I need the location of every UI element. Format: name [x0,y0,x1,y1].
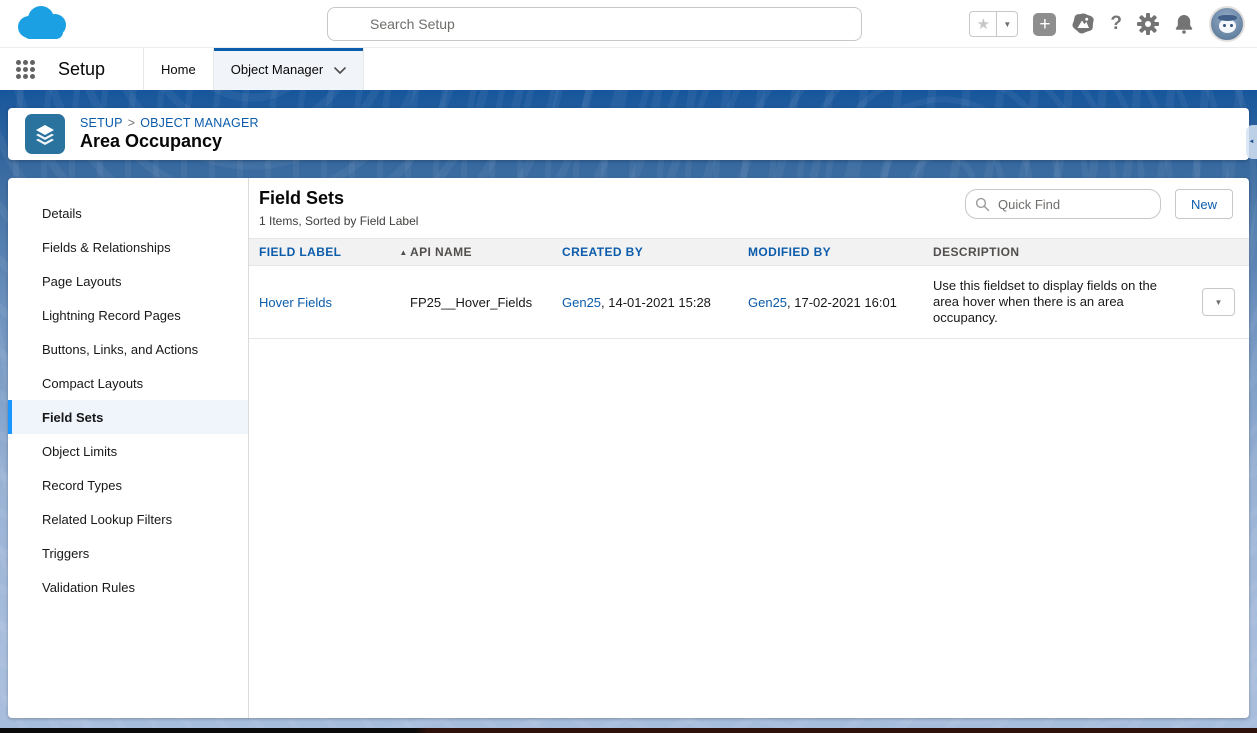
plus-glyph: + [1039,15,1050,34]
sidebar-item-record-types[interactable]: Record Types [8,468,248,502]
tab-home-label: Home [161,62,196,77]
favorites-dropdown-icon[interactable]: ▼ [997,11,1018,37]
column-label: FIELD LABEL [259,245,341,259]
column-header-api-name: API NAME [410,245,562,259]
breadcrumb-object-manager-link[interactable]: OBJECT MANAGER [140,116,259,130]
notifications-bell-icon[interactable] [1174,13,1194,35]
chevron-down-icon [334,62,346,77]
row-actions-dropdown-button[interactable]: ▼ [1202,288,1235,316]
list-title-block: Field Sets 1 Items, Sorted by Field Labe… [259,188,418,228]
column-header-field-label[interactable]: FIELD LABEL ▲ [259,245,410,259]
sidebar-item-related-lookup-filters[interactable]: Related Lookup Filters [8,502,248,536]
help-icon[interactable]: ? [1110,13,1122,35]
cell-row-actions: ▼ [1185,288,1249,316]
column-header-description: DESCRIPTION [933,245,1185,259]
list-title: Field Sets [259,188,418,209]
quick-create-plus-icon[interactable]: + [1033,13,1056,36]
favorites-group: ★ ▼ [969,11,1018,37]
sidebar-item-buttons-links-actions[interactable]: Buttons, Links, and Actions [8,332,248,366]
page-title: Area Occupancy [80,131,259,152]
sidebar-item-label: Page Layouts [42,274,122,289]
cell-modified-by: Gen25, 17-02-2021 16:01 [748,295,933,310]
sidebar-item-label: Related Lookup Filters [42,512,172,527]
question-glyph: ? [1110,13,1122,35]
app-name: Setup [50,48,143,90]
column-label: CREATED BY [562,245,643,259]
breadcrumb: SETUP > OBJECT MANAGER [80,116,259,130]
quick-find-input[interactable] [965,189,1161,219]
sidebar-item-label: Compact Layouts [42,376,143,391]
modified-by-user-link[interactable]: Gen25 [748,295,787,310]
sidebar-item-details[interactable]: Details [8,196,248,230]
field-sets-panel: Field Sets 1 Items, Sorted by Field Labe… [249,178,1249,718]
sidebar-item-compact-layouts[interactable]: Compact Layouts [8,366,248,400]
new-button[interactable]: New [1175,189,1233,219]
list-subtitle: 1 Items, Sorted by Field Label [259,214,418,228]
object-manager-main: Details Fields & Relationships Page Layo… [8,178,1249,718]
object-header-text: SETUP > OBJECT MANAGER Area Occupancy [80,116,259,152]
column-header-modified-by[interactable]: MODIFIED BY [748,245,933,259]
sidebar-item-page-layouts[interactable]: Page Layouts [8,264,248,298]
sort-ascending-icon: ▲ [399,248,407,257]
object-header-card: SETUP > OBJECT MANAGER Area Occupancy [8,108,1249,160]
cell-created-by: Gen25, 14-01-2021 15:28 [562,295,748,310]
list-controls: New [965,189,1233,219]
favorite-star-icon[interactable]: ★ [969,11,997,37]
avatar-face [1223,24,1226,27]
created-date: , 14-01-2021 15:28 [601,295,711,310]
tab-object-manager-label: Object Manager [231,62,324,77]
sidebar-item-lightning-record-pages[interactable]: Lightning Record Pages [8,298,248,332]
modified-date: , 17-02-2021 16:01 [787,295,897,310]
sidebar-item-label: Object Limits [42,444,117,459]
tab-object-manager[interactable]: Object Manager [213,48,365,90]
cell-api-name: FP25__Hover_Fields [410,295,562,310]
table-header-row: FIELD LABEL ▲ API NAME CREATED BY MODIFI… [249,238,1249,266]
waffle-grid [16,60,35,79]
sidebar-item-label: Fields & Relationships [42,240,171,255]
sidebar-item-fields-relationships[interactable]: Fields & Relationships [8,230,248,264]
global-actions: ★ ▼ + ? [969,7,1245,41]
star-glyph: ★ [977,15,990,33]
cell-description: Use this fieldset to display fields on t… [933,278,1185,326]
column-label: DESCRIPTION [933,245,1019,259]
global-header: ★ ▼ + ? [0,0,1257,48]
quick-find-wrap [965,189,1161,219]
table-row: Hover Fields FP25__Hover_Fields Gen25, 1… [249,266,1249,339]
sidebar-item-label: Record Types [42,478,122,493]
sidebar-item-label: Field Sets [42,410,103,425]
salesforce-logo-icon[interactable] [13,4,71,44]
breadcrumb-separator: > [128,116,136,130]
list-header: Field Sets 1 Items, Sorted by Field Labe… [249,178,1249,238]
sidebar-item-label: Details [42,206,82,221]
column-header-created-by[interactable]: CREATED BY [562,245,748,259]
object-layers-icon [25,114,65,154]
field-set-link[interactable]: Hover Fields [259,295,332,310]
column-label: MODIFIED BY [748,245,831,259]
object-sidebar: Details Fields & Relationships Page Layo… [8,178,249,718]
user-avatar[interactable] [1209,6,1245,42]
column-label: API NAME [410,245,472,259]
handle-arrow-glyph: ◄ [1249,139,1255,145]
sidebar-item-field-sets[interactable]: Field Sets [8,400,248,434]
sidebar-item-label: Buttons, Links, and Actions [42,342,198,357]
guidance-center-icon[interactable] [1071,12,1095,36]
caret-glyph: ▼ [1003,20,1011,29]
created-by-user-link[interactable]: Gen25 [562,295,601,310]
sidebar-item-triggers[interactable]: Triggers [8,536,248,570]
sidebar-item-label: Lightning Record Pages [42,308,181,323]
sidebar-item-object-limits[interactable]: Object Limits [8,434,248,468]
sidebar-item-validation-rules[interactable]: Validation Rules [8,570,248,604]
app-launcher-icon[interactable] [0,48,50,90]
screen-bottom-edge [0,728,1257,733]
breadcrumb-setup-link[interactable]: SETUP [80,116,123,130]
cell-field-label: Hover Fields [259,295,410,310]
side-panel-handle[interactable]: ◄ [1246,125,1257,159]
setup-nav-bar: Setup Home Object Manager [0,48,1257,90]
sidebar-item-label: Validation Rules [42,580,135,595]
tab-home[interactable]: Home [143,48,213,90]
search-setup-input[interactable] [327,7,862,41]
sidebar-item-label: Triggers [42,546,89,561]
setup-gear-icon[interactable] [1137,13,1159,35]
row-caret-icon: ▼ [1215,298,1223,307]
